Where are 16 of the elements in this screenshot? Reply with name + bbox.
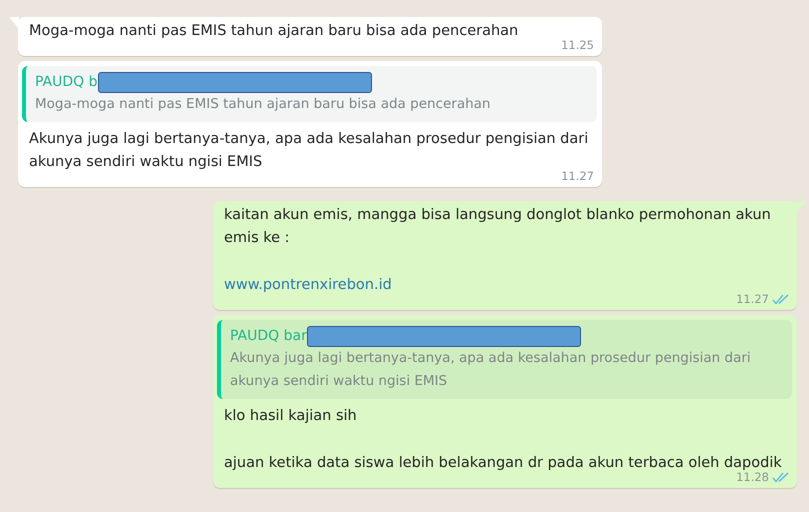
message-time: 11.27	[561, 169, 594, 183]
quoted-text: Akunya juga lagi bertanya-tanya, apa ada kesalahan prosedur pengisian dari akunya sendiri waktu ngisi EMIS	[230, 349, 752, 391]
message-text: kaitan akun emis, mangga bisa langsung donglot blanko permohonan akun emis ke :	[224, 206, 772, 248]
message-text: Akunya juga lagi bertanya-tanya, apa ada kesalahan prosedur pengisian dari akunya sendiri waktu ngisi EMIS	[29, 130, 590, 172]
quoted-sender: PAUDQ bar	[230, 327, 307, 346]
message-time: 11.28	[736, 470, 769, 484]
link[interactable]: www.pontrenxirebon.id	[224, 274, 392, 297]
quoted-text: Moga-moga nanti pas EMIS tahun ajaran baru bisa ada pencerahan	[35, 95, 492, 114]
quoted-sender: PAUDQ b	[35, 73, 98, 92]
quoted-message[interactable]: PAUDQ bar Akunya juga lagi bertanya-tanya, apa ada kesalahan prosedur pengisian dari akunya sendiri waktu ngisi EMIS	[217, 320, 792, 399]
message-text: Moga-moga nanti pas EMIS tahun ajaran baru bisa ada pencerahan	[29, 22, 520, 41]
message-text: klo hasil kajian sih	[224, 407, 358, 426]
quoted-message[interactable]: PAUDQ b Moga-moga nanti pas EMIS tahun ajaran baru bisa ada pencerahan	[22, 66, 597, 122]
message-time: 11.25	[561, 38, 594, 52]
message-time: 11.27	[736, 292, 769, 306]
message-text: ajuan ketika data siswa lebih belakangan dr pada akun terbaca oleh dapodik	[224, 454, 783, 472]
